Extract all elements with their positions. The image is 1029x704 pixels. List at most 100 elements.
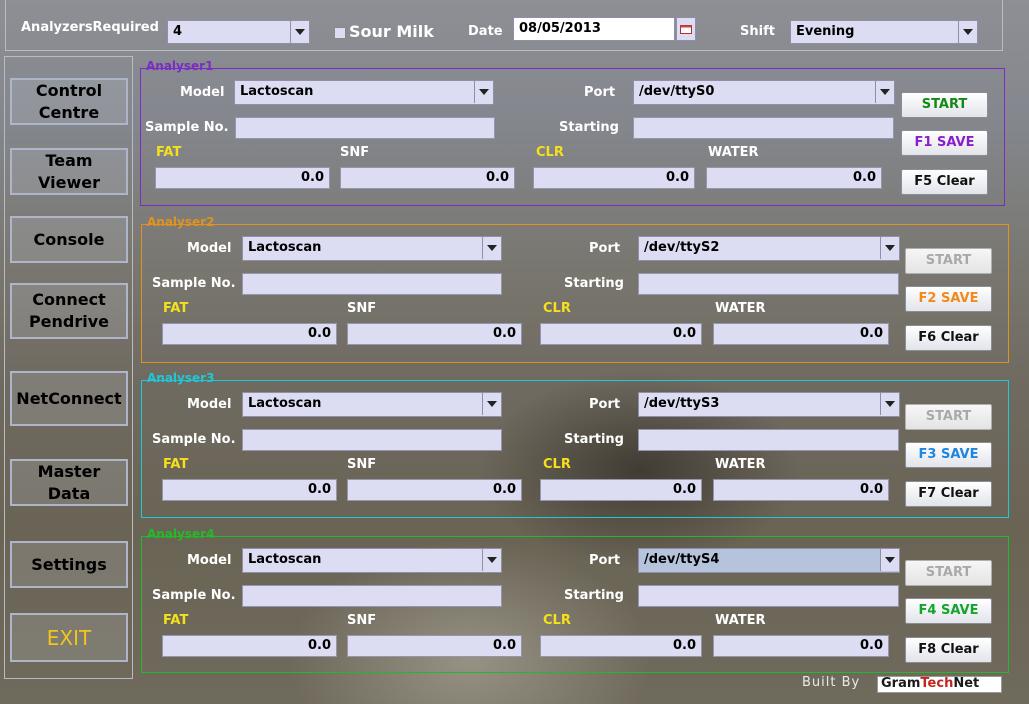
starting-input[interactable] xyxy=(633,117,894,139)
chevron-down-icon[interactable] xyxy=(958,21,977,43)
port-select[interactable]: /dev/ttyS4 xyxy=(638,548,900,573)
connect-pendrive-label: Connect Pendrive xyxy=(28,290,110,331)
sample-no-input[interactable] xyxy=(242,429,502,451)
start-button[interactable]: START xyxy=(905,404,992,430)
console-button[interactable]: Console xyxy=(10,216,128,263)
chevron-down-icon[interactable] xyxy=(290,21,309,43)
sample-no-label: Sample No. xyxy=(152,432,236,447)
clear-button[interactable]: F8 Clear xyxy=(905,637,992,663)
built-by-label: Built By xyxy=(802,675,861,690)
water-value[interactable]: 0.0 xyxy=(706,167,882,189)
model-value: Lactoscan xyxy=(248,552,322,567)
port-label: Port xyxy=(589,241,621,256)
snf-value[interactable]: 0.0 xyxy=(340,167,515,189)
save-button[interactable]: F3 SAVE xyxy=(905,442,992,468)
sample-no-input[interactable] xyxy=(242,273,502,295)
port-value: /dev/ttyS0 xyxy=(639,84,715,99)
model-value: Lactoscan xyxy=(248,240,322,255)
analyzers-required-select[interactable]: 4 xyxy=(167,20,310,44)
control-centre-label: Control Centre xyxy=(35,80,103,122)
chevron-down-icon[interactable] xyxy=(474,81,493,103)
clr-value[interactable]: 0.0 xyxy=(540,635,702,657)
starting-input[interactable] xyxy=(638,585,899,607)
fat-value[interactable]: 0.0 xyxy=(155,167,330,189)
clr-value[interactable]: 0.0 xyxy=(540,479,702,501)
starting-input[interactable] xyxy=(638,429,899,451)
snf-value[interactable]: 0.0 xyxy=(347,323,522,345)
save-button[interactable]: F4 SAVE xyxy=(905,598,992,624)
chevron-down-icon[interactable] xyxy=(875,81,894,103)
port-select[interactable]: /dev/ttyS2 xyxy=(638,236,900,261)
connect-pendrive-button[interactable]: Connect Pendrive xyxy=(10,283,128,339)
chevron-down-icon[interactable] xyxy=(880,549,899,571)
port-value: /dev/ttyS3 xyxy=(644,396,720,411)
port-value: /dev/ttyS4 xyxy=(644,552,720,567)
starting-label: Starting xyxy=(559,120,619,135)
water-value[interactable]: 0.0 xyxy=(713,479,889,501)
model-select[interactable]: Lactoscan xyxy=(242,392,502,417)
team-viewer-button[interactable]: Team Viewer xyxy=(10,148,128,195)
clr-label: CLR xyxy=(543,301,571,316)
sample-no-input[interactable] xyxy=(242,585,502,607)
settings-button[interactable]: Settings xyxy=(10,541,128,588)
chevron-down-icon[interactable] xyxy=(880,393,899,415)
clr-value[interactable]: 0.0 xyxy=(533,167,695,189)
exit-label: EXIT xyxy=(46,625,92,650)
chevron-down-icon[interactable] xyxy=(880,237,899,259)
start-button[interactable]: START xyxy=(905,248,992,274)
shift-label: Shift xyxy=(740,24,775,39)
model-label: Model xyxy=(180,85,225,100)
chevron-down-icon[interactable] xyxy=(482,549,501,571)
analyzers-required-label: AnalyzersRequired xyxy=(21,20,159,35)
fat-value[interactable]: 0.0 xyxy=(162,479,337,501)
sour-milk-checkbox[interactable] xyxy=(334,27,346,39)
snf-value[interactable]: 0.0 xyxy=(347,635,522,657)
model-select[interactable]: Lactoscan xyxy=(242,548,502,573)
shift-select[interactable]: Evening xyxy=(790,20,978,44)
date-input[interactable]: 08/05/2013 xyxy=(513,17,675,41)
start-button[interactable]: START xyxy=(905,560,992,586)
fat-value[interactable]: 0.0 xyxy=(162,635,337,657)
netconnect-label: NetConnect xyxy=(16,388,122,408)
clr-value[interactable]: 0.0 xyxy=(540,323,702,345)
calendar-button[interactable] xyxy=(676,17,696,41)
netconnect-button[interactable]: NetConnect xyxy=(10,371,128,426)
water-label: WATER xyxy=(715,301,766,316)
water-label: WATER xyxy=(708,145,759,160)
master-data-label: Master Data xyxy=(37,461,101,503)
save-button[interactable]: F2 SAVE xyxy=(905,286,992,312)
save-button[interactable]: F1 SAVE xyxy=(901,130,988,156)
snf-label: SNF xyxy=(347,457,377,472)
model-label: Model xyxy=(187,397,232,412)
gramtechnet-logo: GramTechNet xyxy=(877,676,1002,693)
clr-label: CLR xyxy=(543,613,571,628)
starting-input[interactable] xyxy=(638,273,899,295)
control-centre-button[interactable]: Control Centre xyxy=(10,78,128,125)
exit-button[interactable]: EXIT xyxy=(10,613,128,662)
clear-button[interactable]: F5 Clear xyxy=(901,169,988,195)
sample-no-input[interactable] xyxy=(235,117,495,139)
water-value[interactable]: 0.0 xyxy=(713,635,889,657)
port-select[interactable]: /dev/ttyS0 xyxy=(633,80,895,105)
model-select[interactable]: Lactoscan xyxy=(234,80,494,105)
start-button[interactable]: START xyxy=(901,92,988,118)
port-select[interactable]: /dev/ttyS3 xyxy=(638,392,900,417)
clr-label: CLR xyxy=(543,457,571,472)
water-label: WATER xyxy=(715,613,766,628)
chevron-down-icon[interactable] xyxy=(482,393,501,415)
chevron-down-icon[interactable] xyxy=(482,237,501,259)
clear-button[interactable]: F7 Clear xyxy=(905,481,992,507)
sour-milk-label: Sour Milk xyxy=(349,22,434,41)
port-label: Port xyxy=(589,553,621,568)
analyser-3-title: Analyser3 xyxy=(147,371,215,385)
fat-value[interactable]: 0.0 xyxy=(162,323,337,345)
water-value[interactable]: 0.0 xyxy=(713,323,889,345)
snf-value[interactable]: 0.0 xyxy=(347,479,522,501)
starting-label: Starting xyxy=(564,276,624,291)
clear-button[interactable]: F6 Clear xyxy=(905,325,992,351)
console-label: Console xyxy=(33,229,105,249)
clr-label: CLR xyxy=(536,145,564,160)
team-viewer-label: Team Viewer xyxy=(38,150,100,192)
master-data-button[interactable]: Master Data xyxy=(10,459,128,506)
model-select[interactable]: Lactoscan xyxy=(242,236,502,261)
